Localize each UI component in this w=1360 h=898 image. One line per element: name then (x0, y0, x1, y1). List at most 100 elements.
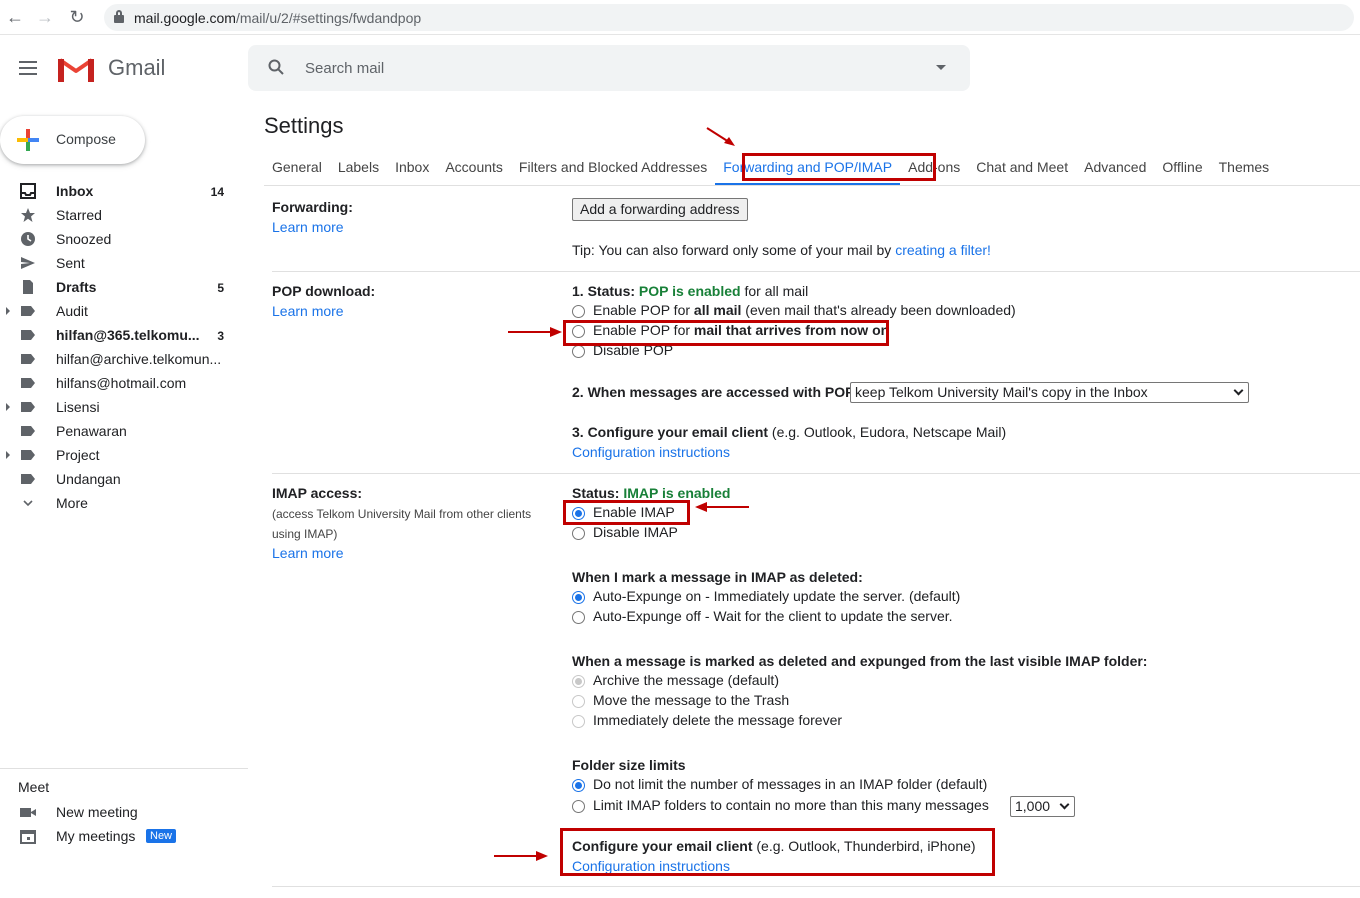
radio-button[interactable] (572, 527, 585, 540)
sidebar-item-label: Drafts (56, 279, 97, 295)
radio-button[interactable] (572, 305, 585, 318)
draft-icon (20, 279, 36, 295)
main-menu-icon[interactable] (19, 61, 37, 75)
expand-arrow-icon[interactable] (6, 451, 10, 459)
imap-learn-more-link[interactable]: Learn more (272, 545, 344, 561)
sidebar-item-project[interactable]: Project (0, 443, 248, 467)
search-icon[interactable] (268, 59, 284, 75)
pop-action-select[interactable]: keep Telkom University Mail's copy in th… (850, 382, 1249, 403)
browser-toolbar: ← → ↻ mail.google.com/mail/u/2/#settings… (0, 0, 1360, 35)
my-meetings-item[interactable]: My meetings New (0, 824, 248, 848)
sidebar-item-lisensi[interactable]: Lisensi (0, 395, 248, 419)
sidebar-item-label: hilfans@hotmail.com (56, 375, 187, 391)
sidebar-item-label: Lisensi (56, 399, 100, 415)
search-input[interactable]: Search mail (305, 60, 384, 77)
creating-filter-link[interactable]: creating a filter! (895, 242, 991, 258)
imap-expunged-heading: When a message is marked as deleted and … (572, 653, 1148, 669)
expand-arrow-icon[interactable] (6, 307, 10, 315)
compose-button[interactable]: Compose (0, 116, 145, 164)
pop-configure-client: 3. Configure your email client (e.g. Out… (572, 424, 1007, 440)
sidebar-nav: Inbox 14 Starred Snoozed Sent Drafts 5 Audit hil… (0, 179, 248, 515)
radio-button[interactable] (572, 715, 585, 728)
new-meeting-item[interactable]: New meeting (0, 800, 248, 824)
tab-accounts[interactable]: Accounts (437, 158, 511, 186)
page-title: Settings (264, 113, 344, 138)
sidebar-item-inbox[interactable]: Inbox 14 (0, 179, 248, 203)
sidebar-item-snoozed[interactable]: Snoozed (0, 227, 248, 251)
tab-chat-and-meet[interactable]: Chat and Meet (968, 158, 1076, 186)
tab-filters-and-blocked-addresses[interactable]: Filters and Blocked Addresses (511, 158, 715, 186)
label-icon (20, 303, 36, 319)
sidebar-item-more[interactable]: More (0, 491, 248, 515)
sidebar-item-hilfans-hotmail-com[interactable]: hilfans@hotmail.com (0, 371, 248, 395)
sidebar-item-label: hilfan@archive.telkomun... (56, 351, 222, 367)
pop-learn-more-link[interactable]: Learn more (272, 303, 344, 319)
sidebar-item-undangan[interactable]: Undangan (0, 467, 248, 491)
tab-offline[interactable]: Offline (1154, 158, 1210, 186)
radio-button[interactable] (572, 611, 585, 624)
address-bar[interactable]: mail.google.com/mail/u/2/#settings/fwdan… (104, 4, 1354, 31)
annotation-box-pop (563, 320, 889, 346)
radio-button[interactable] (572, 591, 585, 604)
clock-icon (20, 231, 36, 247)
divider (0, 768, 248, 769)
back-arrow-icon[interactable]: ← (4, 6, 26, 28)
sidebar-item-label: Undangan (56, 471, 121, 487)
reload-icon[interactable]: ↻ (66, 6, 88, 28)
label-icon (20, 423, 36, 439)
star-icon (20, 207, 36, 223)
send-icon (20, 255, 36, 271)
sidebar-item-label: Audit (56, 303, 88, 319)
unread-count: 14 (210, 185, 224, 199)
annotation-arrow-icon (508, 327, 562, 337)
label-icon (20, 471, 36, 487)
tab-general[interactable]: General (264, 158, 330, 186)
label-icon (20, 447, 36, 463)
label-icon (20, 351, 36, 367)
unread-count: 5 (217, 281, 224, 295)
pop-configuration-instructions-link[interactable]: Configuration instructions (572, 444, 730, 460)
sidebar-item-sent[interactable]: Sent (0, 251, 248, 275)
plus-icon (17, 129, 39, 151)
imap-description: (access Telkom University Mail from othe… (272, 507, 532, 541)
compose-label: Compose (56, 131, 116, 147)
sidebar-item-penawaran[interactable]: Penawaran (0, 419, 248, 443)
forwarding-learn-more-link[interactable]: Learn more (272, 219, 344, 235)
label-icon (20, 399, 36, 415)
folder-size-heading: Folder size limits (572, 757, 686, 773)
radio-button[interactable] (572, 345, 585, 358)
radio-button[interactable] (572, 779, 585, 792)
imap-status: Status: IMAP is enabled (572, 485, 731, 501)
sidebar-item-label: Starred (56, 207, 102, 223)
sidebar-item-audit[interactable]: Audit (0, 299, 248, 323)
radio-button[interactable] (572, 800, 585, 813)
imap-deleted-heading: When I mark a message in IMAP as deleted… (572, 569, 863, 585)
radio-button[interactable] (572, 695, 585, 708)
tab-inbox[interactable]: Inbox (387, 158, 437, 186)
imap-access-label: IMAP access: (272, 485, 363, 501)
forwarding-tip: Tip: You can also forward only some of y… (572, 242, 991, 258)
pop-status: 1. Status: POP is enabled for all mail (572, 283, 809, 299)
label-icon (20, 327, 36, 343)
gmail-logo-icon[interactable] (58, 56, 94, 82)
search-options-icon[interactable] (936, 65, 946, 70)
new-meeting-label: New meeting (56, 804, 138, 820)
folder-limit-select[interactable]: 1,000 (1010, 796, 1075, 817)
label-icon (20, 375, 36, 391)
annotation-box-client (560, 828, 995, 876)
tab-themes[interactable]: Themes (1211, 158, 1278, 186)
search-bar[interactable]: Search mail (248, 45, 970, 91)
tab-advanced[interactable]: Advanced (1076, 158, 1154, 186)
sidebar-item-hilfan-365-telkomu[interactable]: hilfan@365.telkomu... 3 (0, 323, 248, 347)
gmail-wordmark: Gmail (108, 55, 166, 80)
sidebar-item-starred[interactable]: Starred (0, 203, 248, 227)
sidebar-item-hilfan-archive-telkomun[interactable]: hilfan@archive.telkomun... (0, 347, 248, 371)
new-badge: New (146, 829, 177, 843)
radio-button[interactable] (572, 675, 585, 688)
annotation-arrow-icon (494, 851, 548, 861)
sidebar-item-drafts[interactable]: Drafts 5 (0, 275, 248, 299)
add-forwarding-address-button[interactable]: Add a forwarding address (572, 198, 748, 221)
tab-labels[interactable]: Labels (330, 158, 387, 186)
expand-arrow-icon[interactable] (6, 403, 10, 411)
forward-arrow-icon[interactable]: → (34, 6, 56, 28)
